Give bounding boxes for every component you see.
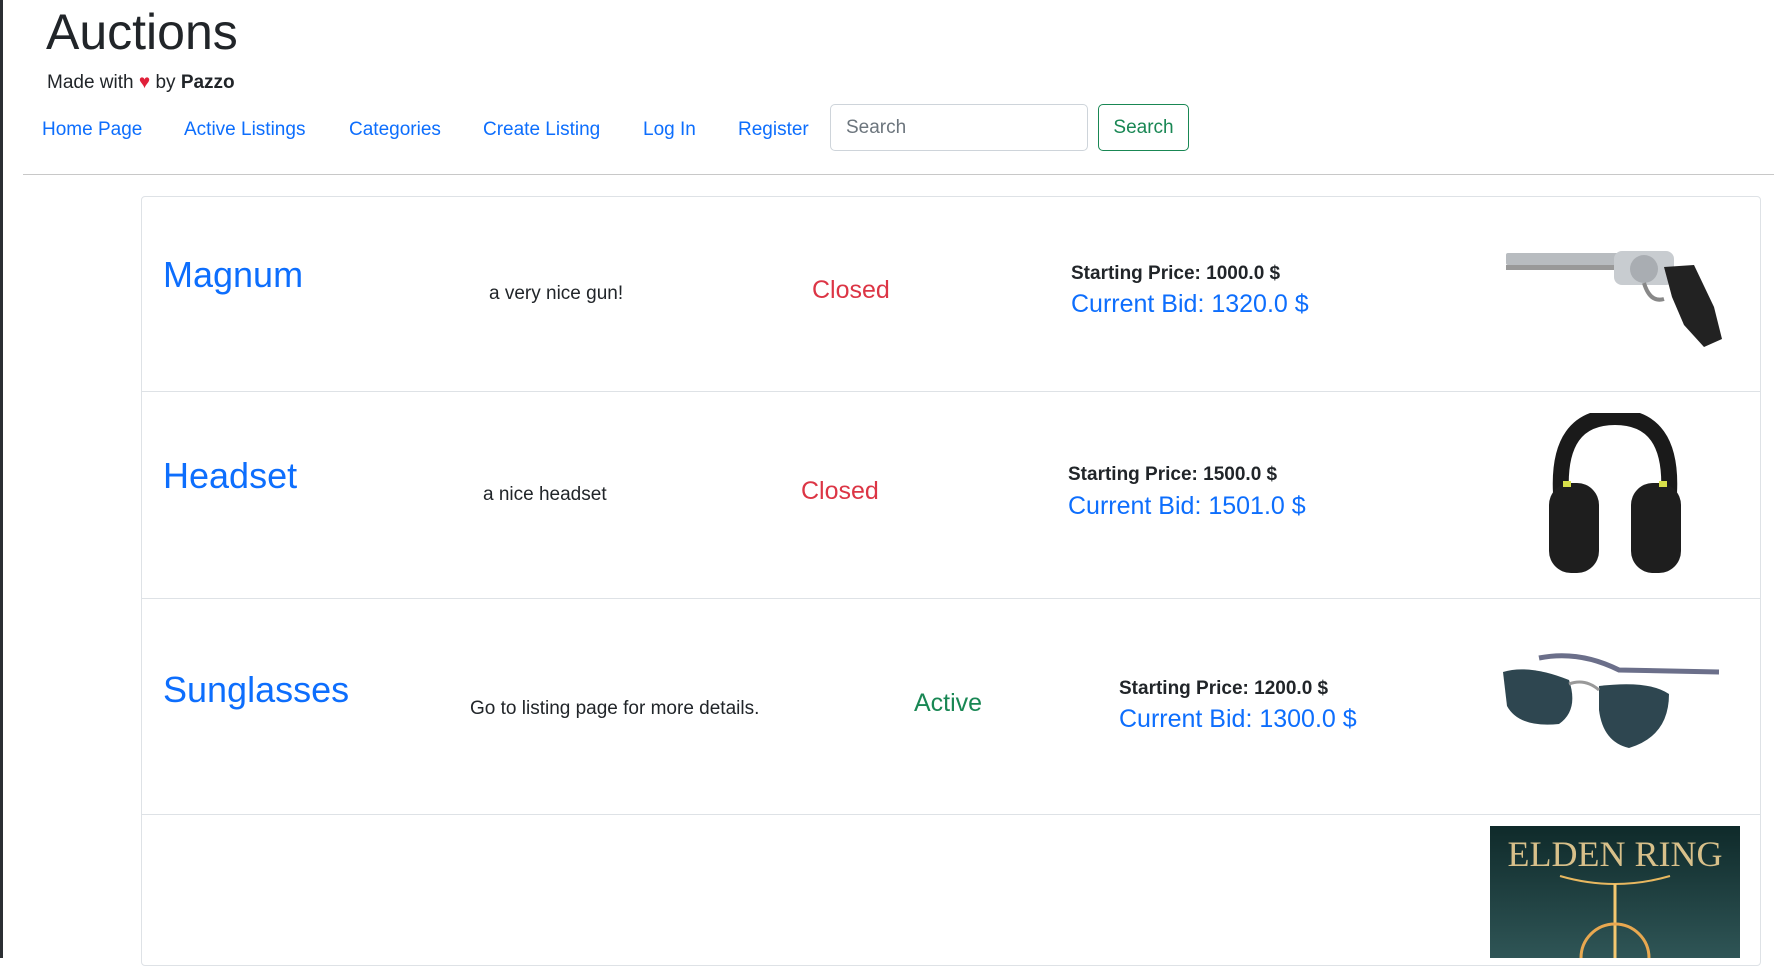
elden-ring-image: ELDEN RING — [1490, 826, 1740, 958]
sunglasses-image — [1503, 653, 1720, 748]
divider — [23, 174, 1774, 175]
listing-description: a nice headset — [483, 484, 607, 505]
listing-title[interactable]: Sunglasses — [163, 669, 349, 711]
search-button[interactable]: Search — [1098, 104, 1189, 151]
revolver-image — [1506, 251, 1722, 347]
svg-text:ELDEN RING: ELDEN RING — [1508, 834, 1723, 874]
current-bid: Current Bid: 1320.0 $ — [1071, 290, 1309, 318]
author-name: Pazzo — [180, 72, 235, 93]
headset-image — [1549, 413, 1681, 573]
search-input[interactable] — [830, 104, 1088, 151]
page-title: Auctions — [46, 4, 238, 60]
listing-row[interactable] — [141, 391, 1761, 599]
listing-title[interactable]: Magnum — [163, 254, 303, 296]
listing-description: Go to listing page for more details. — [470, 698, 760, 719]
nav-categories[interactable]: Categories — [349, 118, 441, 142]
nav-create-listing[interactable]: Create Listing — [483, 118, 600, 142]
starting-price: Starting Price: 1500.0 $ — [1068, 464, 1278, 485]
current-bid: Current Bid: 1300.0 $ — [1119, 705, 1357, 733]
listing-title[interactable]: Headset — [163, 455, 297, 497]
made-with-text: Made with — [47, 72, 134, 93]
listing-status: Closed — [801, 477, 879, 505]
starting-price: Starting Price: 1000.0 $ — [1071, 263, 1281, 284]
nav-active-listings[interactable]: Active Listings — [184, 118, 305, 142]
by-text: by — [155, 72, 176, 93]
starting-price: Starting Price: 1200.0 $ — [1119, 678, 1329, 699]
nav-log-in[interactable]: Log In — [643, 118, 696, 142]
tagline: Made with ♥ by Pazzo — [47, 71, 235, 95]
heart-icon: ♥ — [138, 72, 151, 93]
current-bid: Current Bid: 1501.0 $ — [1068, 492, 1306, 520]
listing-status: Active — [914, 689, 983, 717]
listing-status: Closed — [812, 276, 890, 304]
listing-description: a very nice gun! — [489, 283, 624, 304]
nav-home-page[interactable]: Home Page — [42, 118, 142, 142]
nav-register[interactable]: Register — [738, 118, 809, 142]
window-edge — [0, 0, 3, 958]
